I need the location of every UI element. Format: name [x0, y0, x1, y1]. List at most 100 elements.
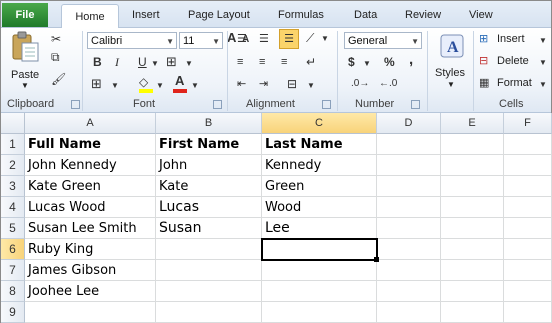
align-top-icon[interactable]: ☰: [237, 32, 247, 46]
cell-f9[interactable]: [504, 302, 552, 323]
percent-button[interactable]: %: [384, 55, 395, 69]
tab-home[interactable]: Home: [61, 4, 119, 29]
tab-file[interactable]: File: [2, 3, 48, 27]
format-cells-button[interactable]: ▦ Format ▼: [479, 76, 549, 92]
number-format-dropdown[interactable]: General ▼: [344, 32, 422, 49]
italic-button[interactable]: I: [115, 55, 119, 69]
cell-a9[interactable]: [25, 302, 156, 323]
chevron-down-icon[interactable]: ▼: [151, 57, 159, 71]
align-middle-icon[interactable]: ☰: [259, 32, 269, 46]
cell-e7[interactable]: [441, 260, 504, 281]
cell-a8[interactable]: Joohee Lee: [25, 281, 156, 302]
merge-center-icon[interactable]: ⊟: [287, 77, 297, 91]
align-bottom-icon[interactable]: ☰: [279, 29, 299, 49]
column-header-b[interactable]: B: [156, 113, 262, 134]
cell-f6[interactable]: [504, 239, 552, 260]
tab-view[interactable]: View: [469, 9, 493, 21]
cell-e8[interactable]: [441, 281, 504, 302]
cell-c8[interactable]: [262, 281, 377, 302]
font-color-button[interactable]: A: [173, 74, 187, 93]
cell-c3[interactable]: Green: [262, 176, 377, 197]
cell-d5[interactable]: [377, 218, 441, 239]
format-painter-icon[interactable]: 🖌: [51, 72, 66, 86]
cell-d7[interactable]: [377, 260, 441, 281]
cell-b7[interactable]: [156, 260, 262, 281]
chevron-down-icon[interactable]: ▼: [321, 32, 329, 46]
decrease-decimal-icon[interactable]: ←.0: [379, 77, 397, 91]
borders-icon[interactable]: ⊞: [166, 55, 177, 69]
row-header[interactable]: 6: [1, 239, 25, 260]
cell-b2[interactable]: John: [156, 155, 262, 176]
orientation-icon[interactable]: ⟋: [306, 31, 314, 45]
align-right-icon[interactable]: ≡: [281, 55, 287, 69]
cell-e6[interactable]: [441, 239, 504, 260]
grow-font-button[interactable]: A: [227, 31, 236, 45]
cell-c9[interactable]: [262, 302, 377, 323]
row-header[interactable]: 8: [1, 281, 25, 302]
clipboard-launcher-icon[interactable]: [71, 100, 80, 109]
fill-color-button[interactable]: ◇: [139, 75, 153, 93]
cell-e2[interactable]: [441, 155, 504, 176]
insert-cells-button[interactable]: ⊞ Insert ▼: [479, 32, 549, 48]
cell-f5[interactable]: [504, 218, 552, 239]
cell-e3[interactable]: [441, 176, 504, 197]
cell-f1[interactable]: [504, 134, 552, 155]
cell-b8[interactable]: [156, 281, 262, 302]
tab-page-layout[interactable]: Page Layout: [188, 9, 250, 21]
cell-e5[interactable]: [441, 218, 504, 239]
cell-a7[interactable]: James Gibson: [25, 260, 156, 281]
row-header[interactable]: 2: [1, 155, 25, 176]
cell-b3[interactable]: Kate: [156, 176, 262, 197]
tab-data[interactable]: Data: [354, 9, 377, 21]
cell-b6[interactable]: [156, 239, 262, 260]
number-launcher-icon[interactable]: [411, 100, 420, 109]
cell-a2[interactable]: John Kennedy: [25, 155, 156, 176]
cell-b1[interactable]: First Name: [156, 134, 262, 155]
chevron-down-icon[interactable]: ▼: [363, 57, 371, 71]
increase-decimal-icon[interactable]: .0→: [351, 77, 369, 91]
cell-f8[interactable]: [504, 281, 552, 302]
align-center-icon[interactable]: ≡: [259, 55, 265, 69]
tab-formulas[interactable]: Formulas: [278, 9, 324, 21]
column-header-c[interactable]: C: [262, 113, 377, 134]
cell-e4[interactable]: [441, 197, 504, 218]
bold-button[interactable]: B: [93, 55, 102, 69]
cell-e1[interactable]: [441, 134, 504, 155]
chevron-down-icon[interactable]: ▼: [185, 57, 193, 71]
font-launcher-icon[interactable]: [213, 100, 222, 109]
cell-b5[interactable]: Susan: [156, 218, 262, 239]
cell-a3[interactable]: Kate Green: [25, 176, 156, 197]
column-header-d[interactable]: D: [377, 113, 441, 134]
cell-f3[interactable]: [504, 176, 552, 197]
delete-cells-button[interactable]: ⊟ Delete ▼: [479, 54, 549, 70]
cell-c2[interactable]: Kennedy: [262, 155, 377, 176]
select-all-corner[interactable]: [1, 113, 25, 134]
cell-d2[interactable]: [377, 155, 441, 176]
cell-a6[interactable]: Ruby King: [25, 239, 156, 260]
row-header[interactable]: 9: [1, 302, 25, 323]
alignment-launcher-icon[interactable]: [322, 100, 331, 109]
cell-a5[interactable]: Susan Lee Smith: [25, 218, 156, 239]
chevron-down-icon[interactable]: ▼: [111, 79, 119, 93]
cut-icon[interactable]: ✂: [51, 32, 61, 46]
chevron-down-icon[interactable]: ▼: [156, 79, 164, 93]
cell-d1[interactable]: [377, 134, 441, 155]
cell-d8[interactable]: [377, 281, 441, 302]
row-header[interactable]: 3: [1, 176, 25, 197]
paste-button[interactable]: Paste ▼: [7, 31, 43, 93]
comma-button[interactable]: ,: [409, 52, 413, 67]
currency-button[interactable]: $: [348, 55, 355, 69]
wrap-text-icon[interactable]: ↵: [306, 55, 316, 69]
column-header-e[interactable]: E: [441, 113, 504, 134]
cell-b4[interactable]: Lucas: [156, 197, 262, 218]
row-header[interactable]: 7: [1, 260, 25, 281]
row-header[interactable]: 1: [1, 134, 25, 155]
styles-button[interactable]: A Styles ▼: [433, 31, 471, 93]
cell-d4[interactable]: [377, 197, 441, 218]
cell-f7[interactable]: [504, 260, 552, 281]
font-size-dropdown[interactable]: 11 ▼: [179, 32, 223, 49]
cell-c7[interactable]: [262, 260, 377, 281]
row-header[interactable]: 4: [1, 197, 25, 218]
cell-c1[interactable]: Last Name: [262, 134, 377, 155]
cell-a1[interactable]: Full Name: [25, 134, 156, 155]
